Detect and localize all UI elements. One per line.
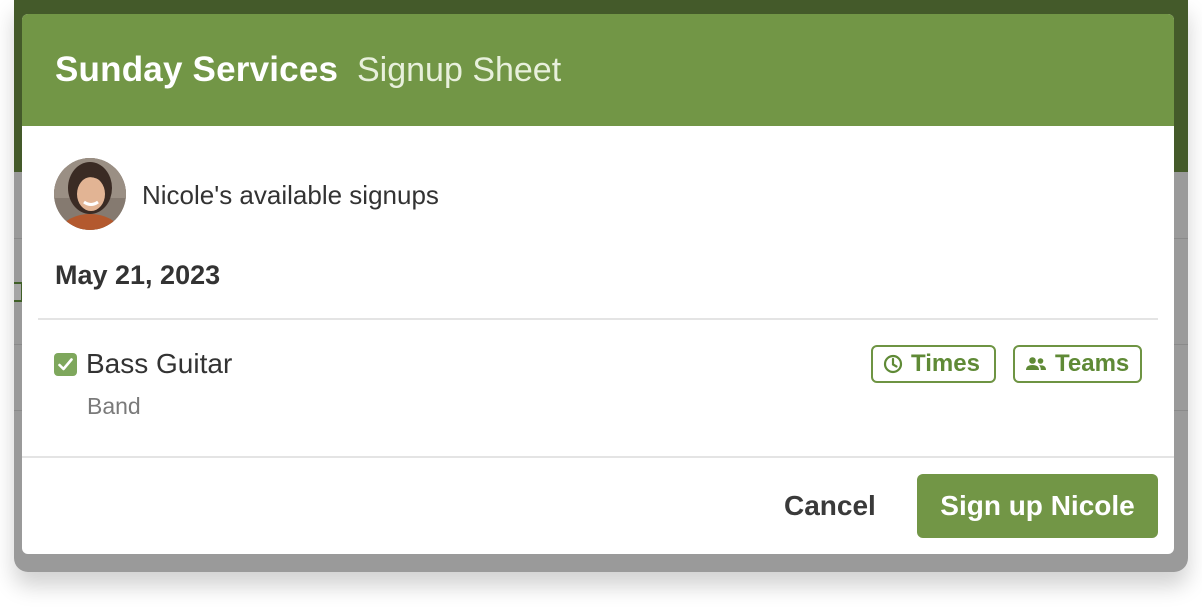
- available-signups-label: Nicole's available signups: [142, 180, 439, 210]
- cancel-button[interactable]: Cancel: [784, 490, 876, 522]
- clock-icon: [883, 354, 903, 374]
- modal-subtitle: Signup Sheet: [357, 51, 562, 89]
- people-icon: [1025, 356, 1047, 372]
- sign-up-button[interactable]: Sign up Nicole: [917, 474, 1158, 538]
- avatar-photo: [54, 158, 126, 230]
- signup-item-title: Bass Guitar: [86, 348, 233, 379]
- service-date: May 21, 2023: [55, 260, 221, 290]
- times-button[interactable]: Times: [871, 345, 996, 383]
- signup-item-team: Band: [87, 393, 141, 419]
- avatar: [54, 158, 126, 230]
- teams-button[interactable]: Teams: [1013, 345, 1142, 383]
- teams-button-label: Teams: [1055, 350, 1130, 377]
- section-divider: [38, 318, 1158, 320]
- check-icon: [58, 358, 73, 371]
- signup-modal: Sunday Services Signup Sheet Nicole's av…: [22, 14, 1174, 554]
- times-button-label: Times: [911, 350, 980, 377]
- footer-divider: [22, 456, 1174, 458]
- modal-title: Sunday Services: [55, 50, 339, 89]
- signup-checkbox[interactable]: [54, 353, 77, 376]
- modal-header: Sunday Services Signup Sheet: [22, 14, 1174, 126]
